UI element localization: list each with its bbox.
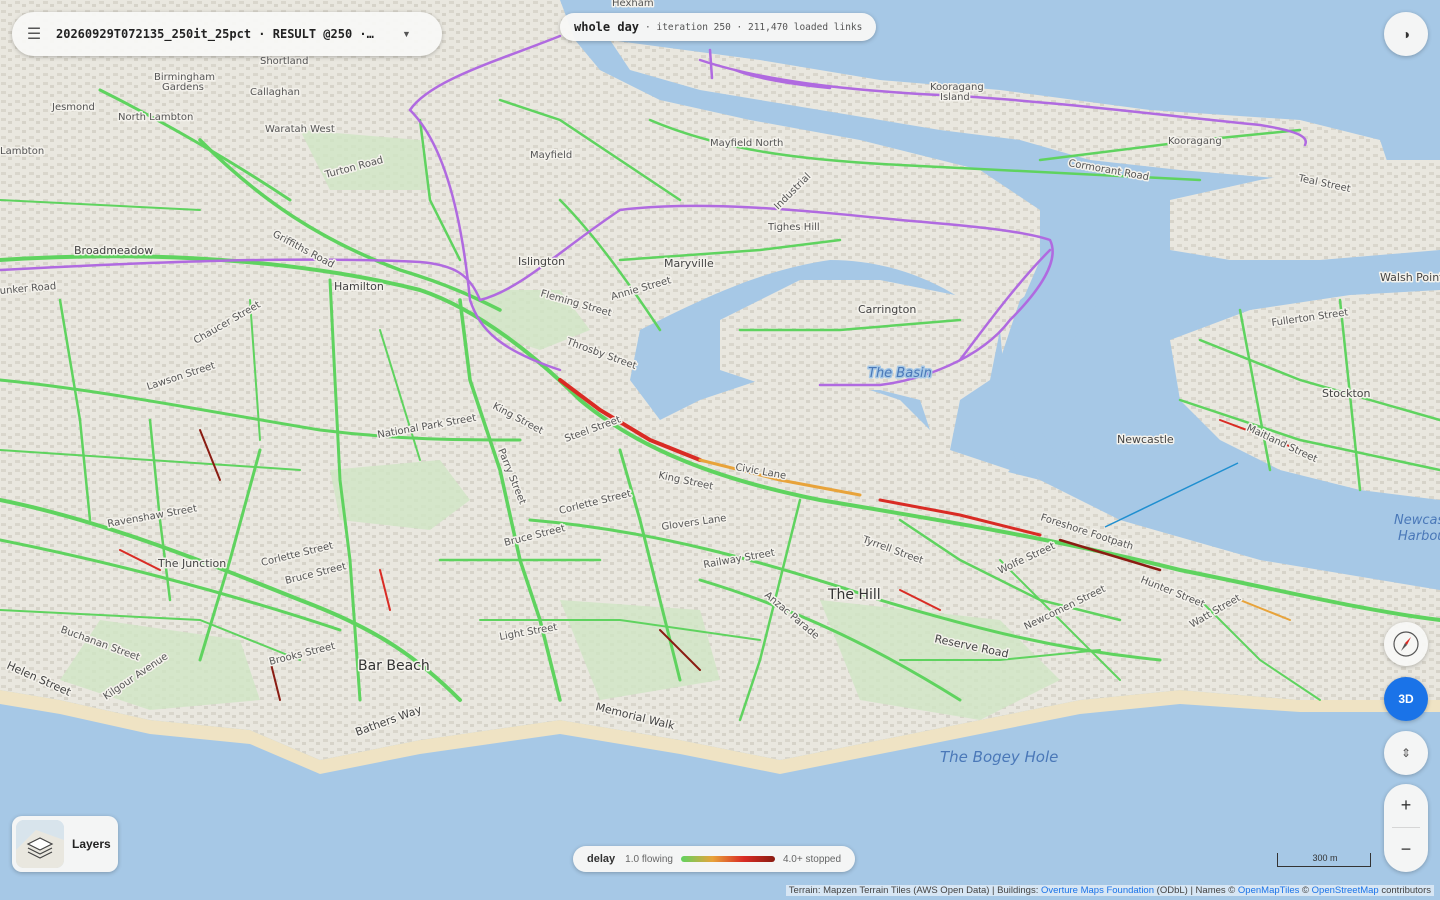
layers-button[interactable]: Layers: [12, 816, 118, 872]
place-label: Bar Beach: [358, 658, 430, 674]
place-label: Mayfield: [530, 150, 572, 161]
map-canvas[interactable]: Hexham Shortland Birmingham Gardens Call…: [0, 0, 1440, 900]
layers-label: Layers: [72, 837, 111, 851]
place-label: Jesmond: [51, 102, 95, 113]
place-label: Shortland: [260, 56, 308, 67]
theme-toggle-button[interactable]: ◑: [1384, 12, 1428, 56]
place-label: Island: [940, 92, 970, 103]
place-label: Broadmeadow: [74, 244, 153, 257]
zoom-out-button[interactable]: −: [1384, 828, 1428, 871]
place-label: The Junction: [157, 557, 226, 570]
place-label: Islington: [518, 255, 565, 268]
place-label: Stockton: [1322, 387, 1370, 400]
openmaptiles-link[interactable]: OpenMapTiles: [1238, 885, 1299, 896]
attribution: Terrain: Mapzen Terrain Tiles (AWS Open …: [785, 885, 1434, 896]
water-label: Harbou: [1398, 529, 1440, 544]
layers-icon: [16, 820, 64, 868]
pitch-button[interactable]: ⇕: [1384, 731, 1428, 775]
place-label: Gardens: [162, 82, 204, 93]
contrast-icon: ◑: [1401, 26, 1411, 42]
zoom-in-button[interactable]: +: [1384, 784, 1428, 827]
run-selector[interactable]: ☰ 20260929T072135_250it_25pct · RESULT @…: [12, 12, 442, 56]
place-label: Lambton: [0, 146, 44, 157]
hamburger-menu-icon: ☰: [26, 26, 42, 43]
place-label: North Lambton: [118, 112, 193, 123]
legend-gradient-bar: [680, 856, 775, 862]
place-label: Kooragang: [1168, 136, 1222, 147]
place-label: The Hill: [827, 587, 881, 603]
zoom-controls: + −: [1384, 784, 1428, 872]
place-label: Mayfield North: [710, 138, 783, 149]
attribution-text: Terrain: Mapzen Terrain Tiles (AWS Open …: [788, 885, 1041, 896]
iteration-info: · iteration 250 · 211,470 loaded links: [645, 21, 863, 33]
openstreetmap-link[interactable]: OpenStreetMap: [1312, 885, 1379, 896]
scale-label: 300 m: [1312, 853, 1338, 863]
menu-button[interactable]: ☰: [12, 12, 56, 56]
time-period: whole day: [574, 20, 640, 34]
legend-min-label: 1.0 flowing: [625, 853, 673, 865]
legend-title: delay: [587, 853, 616, 865]
layers-thumbnail: [16, 820, 64, 868]
run-title: 20260929T072135_250it_25pct · RESULT @25…: [56, 27, 374, 41]
3d-toggle-button[interactable]: 3D: [1384, 677, 1428, 721]
place-label: Maryville: [664, 257, 714, 270]
water-label: The Bogey Hole: [940, 748, 1058, 766]
place-label: Carrington: [858, 303, 916, 316]
place-label: Waratah West: [265, 124, 335, 135]
compass-icon: [1393, 631, 1419, 657]
place-label: Hamilton: [334, 280, 384, 293]
delay-legend: delay 1.0 flowing 4.0+ stopped: [573, 846, 856, 872]
legend-max-label: 4.0+ stopped: [782, 853, 842, 865]
place-label: Newcastle: [1117, 433, 1174, 446]
place-label: Callaghan: [250, 87, 300, 98]
compass-button[interactable]: [1384, 622, 1428, 666]
place-label: Walsh Point: [1380, 271, 1440, 284]
caret-down-icon[interactable]: ▼: [402, 29, 411, 39]
place-label: Hexham: [612, 0, 654, 9]
attribution-text: (ODbL) | Names ©: [1154, 885, 1238, 896]
water-label: The Basin: [868, 366, 932, 381]
status-pill: whole day · iteration 250 · 211,470 load…: [560, 13, 877, 41]
overture-link[interactable]: Overture Maps Foundation: [1041, 885, 1154, 896]
scale-bar: 300 m: [1277, 853, 1371, 867]
place-label: Tighes Hill: [767, 222, 820, 233]
attribution-text: contributors: [1378, 885, 1431, 896]
water-label: Newcas: [1394, 513, 1440, 528]
pitch-arrows-icon: ⇕: [1400, 746, 1412, 760]
attribution-text: ©: [1299, 885, 1312, 896]
